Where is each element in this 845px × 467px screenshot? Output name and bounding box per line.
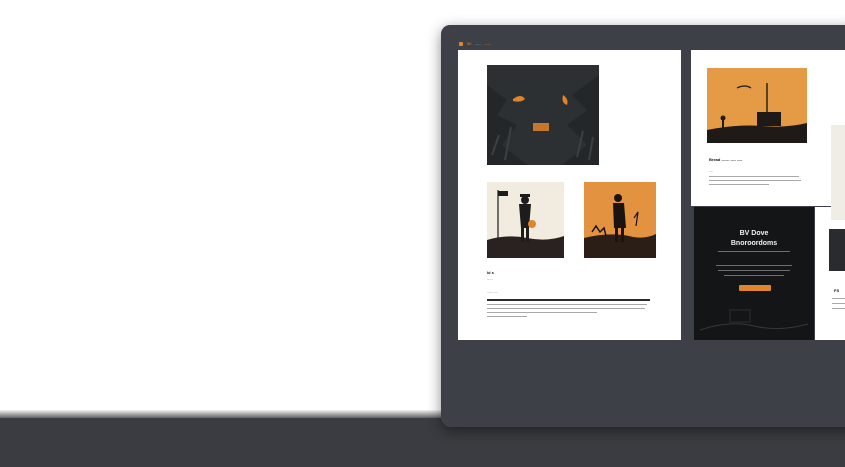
artwork-figure-light[interactable]	[487, 182, 564, 258]
body-text-line	[487, 316, 527, 317]
brand-label[interactable]: IIII	[467, 42, 471, 46]
sketch-art-icon	[700, 309, 808, 331]
silhouette-art-icon	[707, 68, 807, 143]
article-title: Id s	[487, 270, 494, 275]
nav-item[interactable]: ----	[475, 42, 480, 46]
feature-text-line	[724, 275, 784, 276]
body-text-line	[487, 304, 647, 305]
feature-text-line	[718, 270, 790, 271]
nav-item[interactable]: -----	[485, 42, 492, 46]
body-text-line	[487, 308, 645, 309]
body-text-line	[709, 176, 799, 177]
partial-heading: FS	[834, 288, 840, 293]
dark-forest-art-icon	[487, 65, 599, 165]
silhouette-art-icon	[487, 182, 564, 258]
site-topbar: IIII ---- -----	[459, 40, 491, 48]
logo-icon[interactable]	[459, 42, 463, 46]
body-text-line	[709, 180, 801, 181]
article-page-partial	[815, 207, 845, 340]
hero-artwork[interactable]	[487, 65, 599, 165]
body-text-line	[832, 303, 845, 304]
body-text-line	[832, 298, 845, 299]
feature-title-line-1: BV Dove	[739, 230, 769, 237]
feature-text-line	[716, 265, 792, 266]
article-meta: ------ ----	[487, 290, 498, 294]
secondary-article-meta: ----	[709, 169, 713, 173]
body-text-line	[709, 184, 769, 185]
dark-panel-sketch	[700, 300, 808, 336]
feature-cta-button[interactable]	[739, 285, 771, 291]
body-text-line	[487, 312, 597, 313]
artwork-figure-orange[interactable]	[584, 182, 656, 258]
secondary-article-title: Bread ------ ---- ----	[709, 157, 743, 162]
body-text-line	[487, 299, 650, 301]
body-text-line	[832, 308, 845, 309]
artwork-sunset-scene[interactable]	[707, 68, 807, 143]
partial-dark-artwork[interactable]	[829, 229, 845, 271]
partial-artwork[interactable]	[831, 125, 845, 220]
article-byline: ------	[487, 277, 493, 281]
silhouette-art-icon	[584, 182, 656, 258]
feature-text-line	[718, 251, 790, 252]
feature-title-line-2: Bnoroordoms	[730, 240, 778, 247]
